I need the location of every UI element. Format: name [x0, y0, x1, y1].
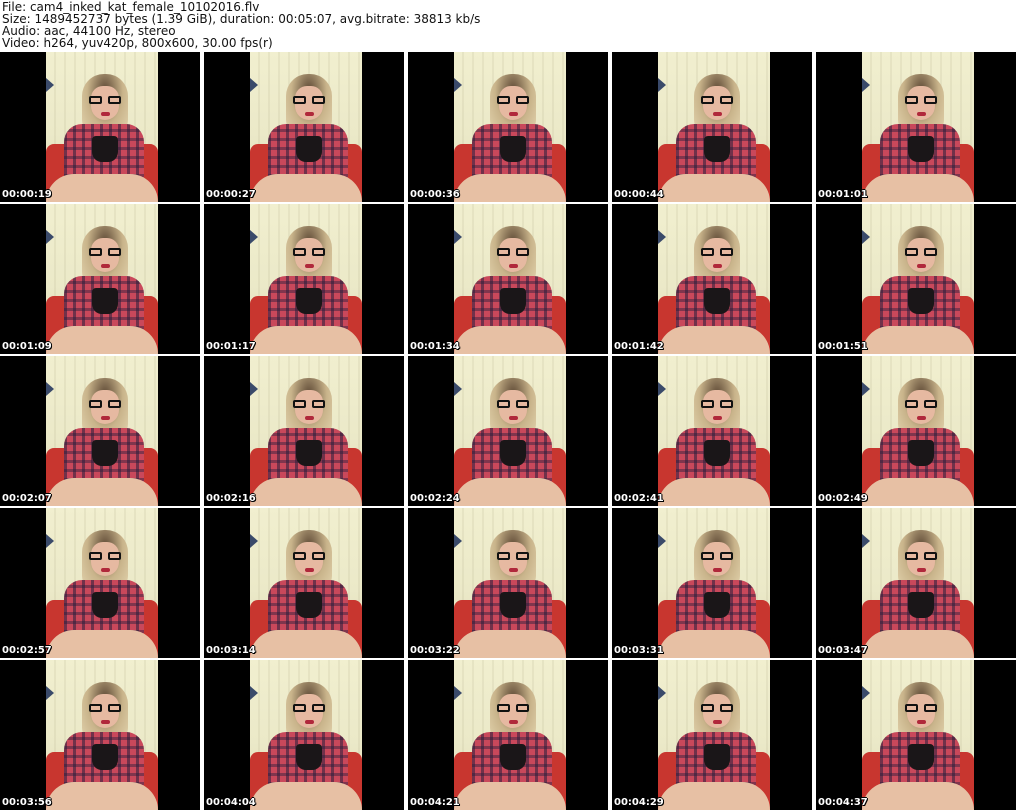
thumbnail-frame: [250, 660, 362, 810]
timestamp-label: 00:02:24: [410, 493, 460, 504]
video-thumbnail: 00:02:41: [612, 356, 812, 506]
timestamp-label: 00:02:49: [818, 493, 868, 504]
timestamp-label: 00:03:14: [206, 645, 256, 656]
timestamp-label: 00:04:37: [818, 797, 868, 808]
timestamp-label: 00:02:16: [206, 493, 256, 504]
thumbnail-frame: [46, 356, 158, 506]
video-thumbnail: 00:04:37: [816, 660, 1016, 810]
video-line: Video: h264, yuv420p, 800x600, 30.00 fps…: [2, 36, 273, 50]
timestamp-label: 00:01:09: [2, 341, 52, 352]
timestamp-label: 00:00:19: [2, 189, 52, 200]
timestamp-label: 00:01:42: [614, 341, 664, 352]
video-thumbnail: 00:00:27: [204, 52, 404, 202]
thumbnail-frame: [454, 52, 566, 202]
timestamp-label: 00:04:04: [206, 797, 256, 808]
timestamp-label: 00:01:51: [818, 341, 868, 352]
thumbnail-frame: [862, 660, 974, 810]
video-thumbnail: 00:02:07: [0, 356, 200, 506]
timestamp-label: 00:01:17: [206, 341, 256, 352]
timestamp-label: 00:00:27: [206, 189, 256, 200]
thumbnail-frame: [250, 204, 362, 354]
thumbnail-frame: [862, 508, 974, 658]
video-thumbnail: 00:00:36: [408, 52, 608, 202]
video-thumbnail: 00:00:19: [0, 52, 200, 202]
thumbnail-frame: [46, 52, 158, 202]
video-thumbnail: 00:01:17: [204, 204, 404, 354]
video-thumbnail: 00:04:29: [612, 660, 812, 810]
timestamp-label: 00:04:21: [410, 797, 460, 808]
video-thumbnail: 00:04:21: [408, 660, 608, 810]
thumbnail-frame: [454, 508, 566, 658]
video-thumbnail: 00:01:34: [408, 204, 608, 354]
thumbnail-frame: [46, 660, 158, 810]
video-thumbnail: 00:03:47: [816, 508, 1016, 658]
info-header: File: cam4_inked_kat_female_10102016.flv…: [0, 0, 1024, 50]
thumbnail-frame: [454, 204, 566, 354]
thumbnail-frame: [862, 52, 974, 202]
timestamp-label: 00:00:44: [614, 189, 664, 200]
thumbnail-frame: [862, 204, 974, 354]
thumbnail-frame: [454, 660, 566, 810]
timestamp-label: 00:01:01: [818, 189, 868, 200]
video-thumbnail: 00:03:56: [0, 660, 200, 810]
thumbnail-frame: [658, 660, 770, 810]
video-thumbnail: 00:01:51: [816, 204, 1016, 354]
timestamp-label: 00:02:57: [2, 645, 52, 656]
thumbnail-frame: [454, 356, 566, 506]
video-thumbnail: 00:00:44: [612, 52, 812, 202]
thumbnail-frame: [658, 52, 770, 202]
thumbnail-frame: [250, 52, 362, 202]
video-thumbnail: 00:01:42: [612, 204, 812, 354]
video-thumbnail: 00:01:01: [816, 52, 1016, 202]
thumbnail-frame: [46, 508, 158, 658]
timestamp-label: 00:02:41: [614, 493, 664, 504]
thumbnail-frame: [658, 356, 770, 506]
video-thumbnail: 00:02:57: [0, 508, 200, 658]
thumbnail-frame: [658, 204, 770, 354]
timestamp-label: 00:03:31: [614, 645, 664, 656]
timestamp-label: 00:03:56: [2, 797, 52, 808]
thumbnail-frame: [46, 204, 158, 354]
video-thumbnail: 00:03:22: [408, 508, 608, 658]
video-thumbnail: 00:01:09: [0, 204, 200, 354]
timestamp-label: 00:02:07: [2, 493, 52, 504]
timestamp-label: 00:01:34: [410, 341, 460, 352]
video-thumbnail: 00:02:16: [204, 356, 404, 506]
timestamp-label: 00:03:22: [410, 645, 460, 656]
timestamp-label: 00:04:29: [614, 797, 664, 808]
thumbnail-frame: [658, 508, 770, 658]
timestamp-label: 00:03:47: [818, 645, 868, 656]
video-thumbnail: 00:03:14: [204, 508, 404, 658]
video-thumbnail: 00:03:31: [612, 508, 812, 658]
timestamp-label: 00:00:36: [410, 189, 460, 200]
video-thumbnail: 00:04:04: [204, 660, 404, 810]
thumbnail-frame: [862, 356, 974, 506]
thumbnail-frame: [250, 356, 362, 506]
video-thumbnail: 00:02:24: [408, 356, 608, 506]
thumbnail-frame: [250, 508, 362, 658]
thumbnail-grid: 00:00:19 00:00:27 00:00:36 00:00:44 00:01:01…: [0, 52, 1024, 811]
video-thumbnail: 00:02:49: [816, 356, 1016, 506]
